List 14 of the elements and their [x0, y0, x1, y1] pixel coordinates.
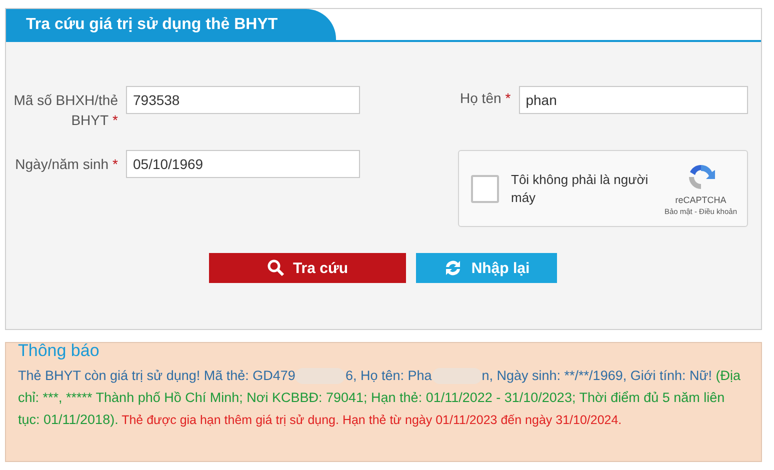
field-label: Họ tên * — [459, 89, 511, 106]
notice-message: Thẻ BHYT còn giá trị sử dụng! Mã thẻ: GD479 6, Họ tên: Pha n, Ngày sinh: **/**/1969, Giới tính: Nữ! (Địa chỉ: ***, ***** Thành phố Hồ Chí Minh; Nơi KCBBĐ: 79041; Hạn thẻ: 01/11/2022 - 31/10/2023; Thời điểm đủ 5 năm liên tục: 01/11/2018). Thẻ được gia hạn thêm giá trị sử dụng. Hạn thẻ từ ngày 01/11/2023 đến ngày 31/10/2024. — [18, 367, 742, 429]
notice-title: Thông báo — [18, 341, 100, 361]
field-label: Ngày/năm sinh * — [14, 155, 118, 174]
input-field[interactable]: 05/10/1969 — [126, 150, 360, 178]
input-field[interactable]: phan — [518, 86, 748, 114]
search-icon — [266, 259, 285, 277]
panel-title: Tra cứu giá trị sử dụng thẻ BHYT — [6, 9, 336, 40]
search-button[interactable]: Tra cứu — [209, 253, 406, 283]
input-field[interactable]: 793538 — [126, 86, 360, 114]
captcha-label: Tôi không phải là người máy — [511, 170, 650, 206]
captcha-brand: reCAPTCHA — [675, 195, 726, 205]
field-label: Mã số BHXH/thẻ BHYT * — [12, 91, 118, 130]
captcha-checkbox[interactable] — [471, 174, 499, 202]
